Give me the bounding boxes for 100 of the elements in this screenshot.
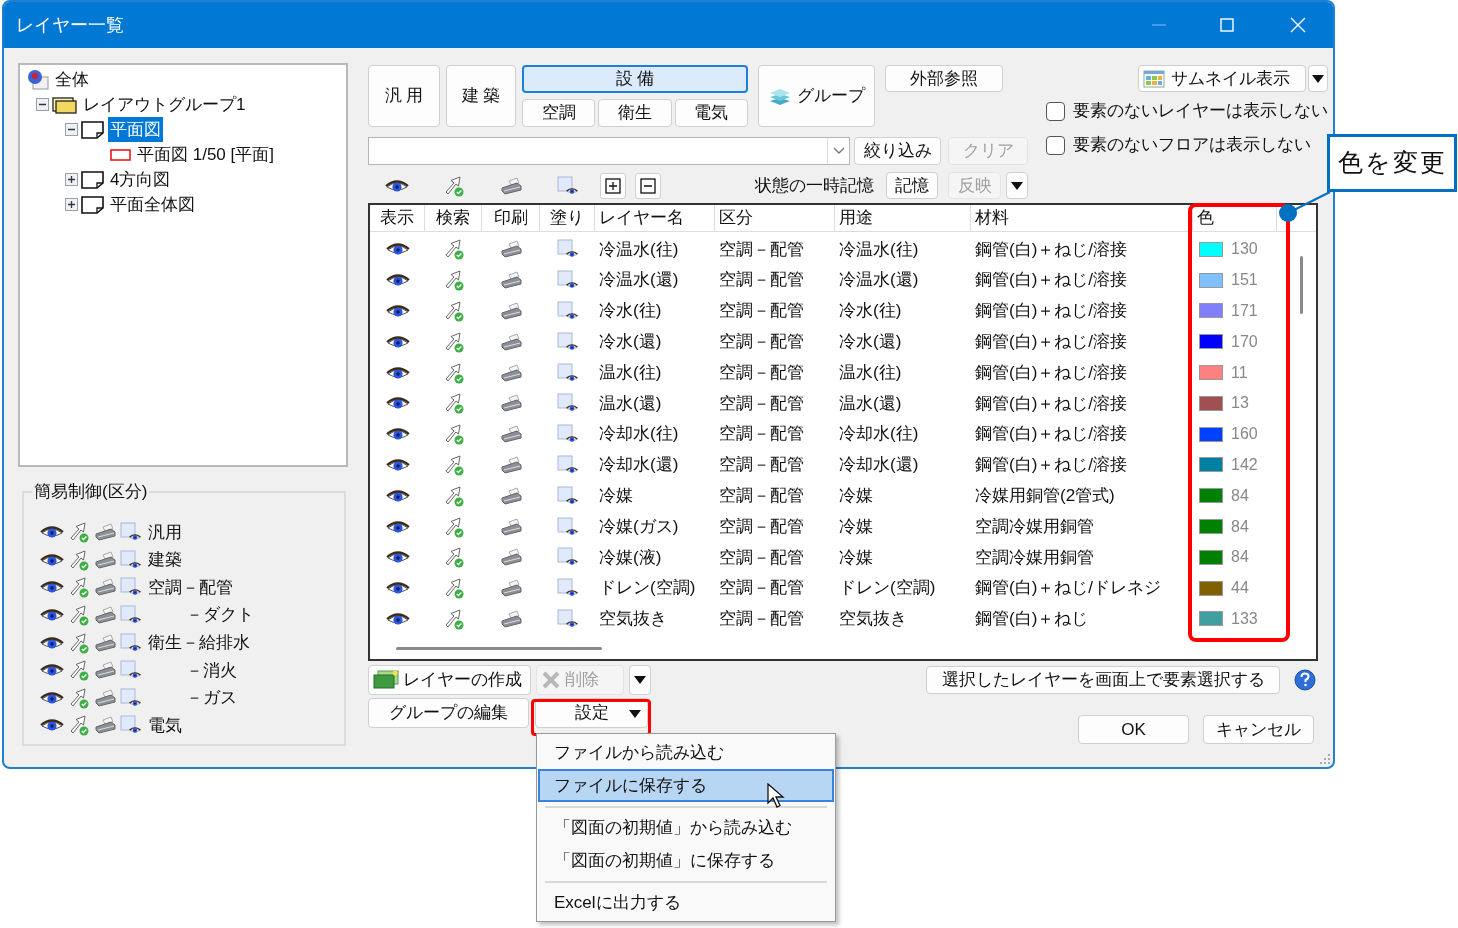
dropdown-button[interactable]: [1006, 172, 1028, 199]
printer-icon[interactable]: [500, 302, 522, 320]
printer-icon[interactable]: [500, 609, 522, 628]
tree-item[interactable]: 平面図: [108, 116, 163, 143]
printer-icon[interactable]: [500, 394, 522, 413]
eye-icon[interactable]: [385, 364, 410, 381]
printer-icon[interactable]: [500, 332, 522, 351]
group-button[interactable]: グループ: [758, 65, 875, 127]
subcategory-button[interactable]: 電気: [674, 99, 748, 127]
column-header[interactable]: 色: [1193, 205, 1277, 231]
fill-eye-icon[interactable]: [556, 454, 579, 475]
column-header[interactable]: 塗り: [540, 205, 595, 231]
maximize-icon[interactable]: [1220, 18, 1234, 32]
fill-eye-icon[interactable]: [556, 270, 579, 291]
help-icon[interactable]: [1294, 669, 1316, 691]
eye-icon[interactable]: [385, 333, 410, 350]
category-tab[interactable]: 汎 用: [368, 65, 440, 127]
printer-icon[interactable]: [500, 486, 522, 505]
fill-eye-icon[interactable]: [556, 485, 579, 506]
dropdown-button[interactable]: [629, 665, 651, 695]
menu-item[interactable]: Excelに出力する: [538, 886, 834, 919]
expand-all-button[interactable]: [600, 172, 626, 199]
fill-eye-icon[interactable]: [556, 424, 579, 445]
color-swatch[interactable]: [1199, 272, 1223, 288]
create-layer-button[interactable]: レイヤーの作成: [368, 665, 531, 695]
color-swatch[interactable]: [1199, 426, 1223, 442]
eye-icon[interactable]: [385, 456, 410, 473]
color-swatch[interactable]: [1199, 241, 1223, 257]
column-header[interactable]: レイヤー名: [595, 205, 715, 231]
edit-group-button[interactable]: グループの編集: [368, 698, 529, 728]
printer-icon[interactable]: [500, 271, 522, 290]
thumbnail-view-button[interactable]: サムネイル表示: [1138, 65, 1306, 92]
color-swatch[interactable]: [1199, 549, 1223, 565]
color-swatch[interactable]: [1199, 488, 1223, 504]
collapse-all-button[interactable]: [635, 172, 661, 199]
external-reference-button[interactable]: 外部参照: [885, 65, 1003, 92]
collapse-icon[interactable]: [36, 98, 49, 111]
tree-item[interactable]: 平面図 1/50 [平面]: [135, 141, 276, 168]
category-tab[interactable]: 建 築: [446, 65, 516, 127]
column-header[interactable]: 区分: [715, 205, 835, 231]
color-swatch[interactable]: [1199, 457, 1223, 473]
fill-eye-icon[interactable]: [556, 331, 579, 352]
color-swatch[interactable]: [1199, 519, 1223, 535]
fill-eye-icon[interactable]: [556, 516, 579, 537]
column-header[interactable]: 表示: [370, 205, 425, 231]
printer-icon[interactable]: [500, 579, 522, 598]
eye-icon[interactable]: [385, 487, 410, 504]
color-swatch[interactable]: [1199, 395, 1223, 411]
fill-eye-icon[interactable]: [556, 362, 579, 383]
dropdown-button[interactable]: [1308, 65, 1328, 92]
printer-icon[interactable]: [499, 176, 522, 195]
tree-item[interactable]: 全体: [53, 66, 91, 93]
vertical-scrollbar[interactable]: [1299, 256, 1303, 314]
column-header[interactable]: 用途: [835, 205, 971, 231]
color-swatch[interactable]: [1199, 611, 1223, 627]
column-header[interactable]: 材料: [971, 205, 1193, 231]
column-header[interactable]: 検索: [425, 205, 482, 231]
tree-item[interactable]: 4方向図: [108, 166, 173, 193]
ok-button[interactable]: OK: [1078, 715, 1189, 744]
column-header[interactable]: 印刷: [482, 205, 540, 231]
color-swatch[interactable]: [1199, 580, 1223, 596]
fill-eye-icon[interactable]: [556, 393, 579, 414]
tree-item[interactable]: 平面全体図: [108, 191, 197, 218]
printer-icon[interactable]: [500, 517, 522, 536]
menu-item[interactable]: 「図面の初期値」から読み込む: [538, 811, 834, 844]
printer-icon[interactable]: [500, 425, 522, 444]
category-tab[interactable]: 設 備: [522, 65, 748, 93]
fill-eye-icon[interactable]: [556, 239, 579, 260]
color-swatch[interactable]: [1199, 365, 1223, 381]
color-swatch[interactable]: [1199, 334, 1223, 350]
tree-item[interactable]: レイアウトグループ1: [81, 91, 248, 118]
menu-item[interactable]: ファイルから読み込む: [538, 736, 834, 769]
fill-eye-icon[interactable]: [556, 301, 579, 321]
checkbox[interactable]: [1046, 135, 1065, 155]
expand-icon[interactable]: [65, 173, 78, 186]
cancel-button[interactable]: キャンセル: [1203, 715, 1314, 744]
menu-item[interactable]: 「図面の初期値」に保存する: [538, 844, 834, 877]
memory-button[interactable]: 記憶: [886, 172, 938, 199]
fill-eye-icon[interactable]: [556, 547, 579, 568]
fill-eye-icon[interactable]: [556, 175, 579, 196]
eye-icon[interactable]: [385, 518, 410, 535]
eye-icon[interactable]: [385, 303, 410, 319]
printer-icon[interactable]: [500, 548, 522, 567]
close-icon[interactable]: [1290, 17, 1306, 33]
printer-icon[interactable]: [500, 363, 522, 382]
color-swatch[interactable]: [1199, 303, 1223, 319]
subcategory-button[interactable]: 空調: [522, 99, 596, 127]
collapse-icon[interactable]: [65, 123, 78, 136]
eye-icon[interactable]: [385, 610, 410, 627]
settings-button[interactable]: 設定: [535, 698, 648, 728]
fill-eye-icon[interactable]: [556, 578, 579, 599]
fill-eye-icon[interactable]: [556, 608, 579, 629]
printer-icon[interactable]: [500, 455, 522, 474]
checkbox[interactable]: [1046, 101, 1065, 121]
eye-icon[interactable]: [384, 177, 409, 194]
expand-icon[interactable]: [65, 198, 78, 211]
menu-item[interactable]: ファイルに保存する: [538, 769, 834, 802]
filter-button[interactable]: 絞り込み: [854, 137, 941, 165]
printer-icon[interactable]: [500, 240, 522, 259]
horizontal-scrollbar[interactable]: [396, 646, 602, 650]
